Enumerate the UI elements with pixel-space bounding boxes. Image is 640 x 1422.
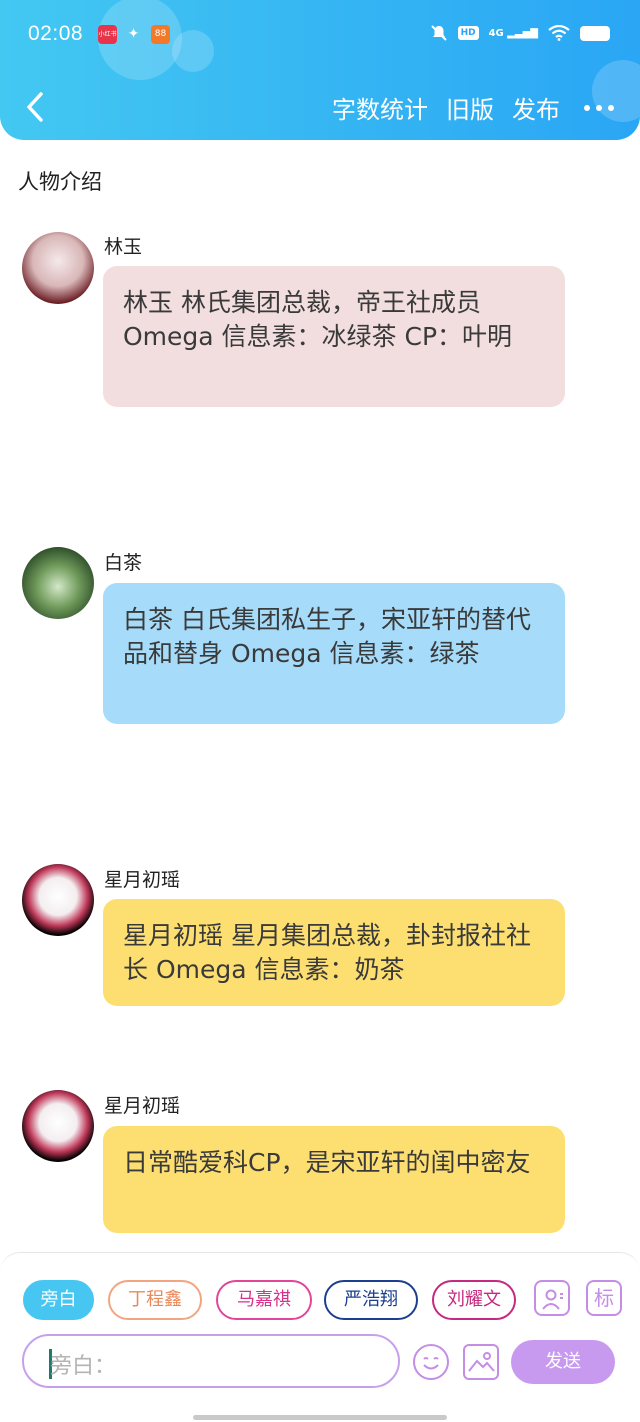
input-placeholder: 旁白：: [50, 1354, 117, 1379]
mute-bell-icon: [430, 25, 447, 41]
home-indicator[interactable]: [193, 1415, 447, 1420]
emoji-icon[interactable]: [413, 1344, 449, 1380]
role-chip[interactable]: 刘耀文: [432, 1280, 516, 1320]
section-title: 人物介绍: [18, 170, 102, 194]
back-arrow-icon[interactable]: [22, 90, 52, 124]
signal-icon: 4G ▂▃▅▇: [488, 27, 538, 39]
picture-icon: [468, 1352, 495, 1372]
speaker-name: 林玉: [104, 236, 143, 258]
role-chip-narration[interactable]: 旁白: [23, 1280, 94, 1320]
avatar[interactable]: [22, 864, 94, 936]
avatar[interactable]: [22, 232, 94, 304]
image-icon[interactable]: [463, 1344, 499, 1380]
avatar[interactable]: [22, 547, 94, 619]
word-count-button[interactable]: 字数统计: [332, 90, 428, 125]
status-icons: HD 4G ▂▃▅▇: [430, 24, 610, 42]
tag-icon[interactable]: 标: [586, 1280, 622, 1316]
message-bubble[interactable]: 星月初瑶 星月集团总裁，卦封报社社长 Omega 信息素：奶茶: [103, 899, 565, 1006]
speaker-name: 星月初瑶: [104, 1095, 181, 1117]
role-chip[interactable]: 严浩翔: [324, 1280, 418, 1320]
speaker-name: 白茶: [104, 552, 143, 574]
smile-icon: [423, 1357, 439, 1370]
more-options-icon[interactable]: [584, 93, 614, 123]
compose-bar: 旁白 丁程鑫 马嘉祺 严浩翔 刘耀文 标 旁白： 发送: [0, 1252, 640, 1422]
wifi-icon: [548, 25, 570, 41]
message-bubble[interactable]: 白茶 白氏集团私生子，宋亚轩的替代品和替身 Omega 信息素：绿茶: [103, 583, 565, 724]
battery-icon: [580, 25, 610, 41]
message-input[interactable]: 旁白：: [22, 1334, 400, 1388]
old-version-button[interactable]: 旧版: [446, 90, 494, 125]
speaker-name: 星月初瑶: [104, 869, 181, 891]
avatar[interactable]: [22, 1090, 94, 1162]
wechat-icon: ✦: [127, 26, 140, 42]
role-chip[interactable]: 丁程鑫: [108, 1280, 202, 1320]
app-notification-icon: 小红书: [98, 25, 117, 44]
send-button[interactable]: 发送: [511, 1340, 615, 1384]
hd-badge: HD: [457, 26, 479, 40]
app-notification-icon: 88: [151, 25, 170, 44]
role-chip[interactable]: 马嘉祺: [216, 1280, 312, 1320]
message-bubble[interactable]: 日常酷爱科CP，是宋亚轩的闺中密友: [103, 1126, 565, 1233]
nav-bar: 字数统计 旧版 发布: [0, 80, 640, 134]
person-icon: [542, 1289, 563, 1310]
header: 02:08 小红书 ✦ 88 HD 4G ▂▃▅▇ 字数统计 旧版 发布: [0, 0, 640, 140]
publish-button[interactable]: 发布: [512, 90, 560, 125]
nav-actions: 字数统计 旧版 发布: [332, 90, 614, 125]
character-settings-icon[interactable]: [534, 1280, 570, 1316]
status-bar: 02:08 小红书 ✦ 88 HD 4G ▂▃▅▇: [0, 0, 640, 70]
message-bubble[interactable]: 林玉 林氏集团总裁，帝王社成员Omega 信息素：冰绿茶 CP：叶明: [103, 266, 565, 407]
status-time: 02:08: [28, 22, 84, 45]
